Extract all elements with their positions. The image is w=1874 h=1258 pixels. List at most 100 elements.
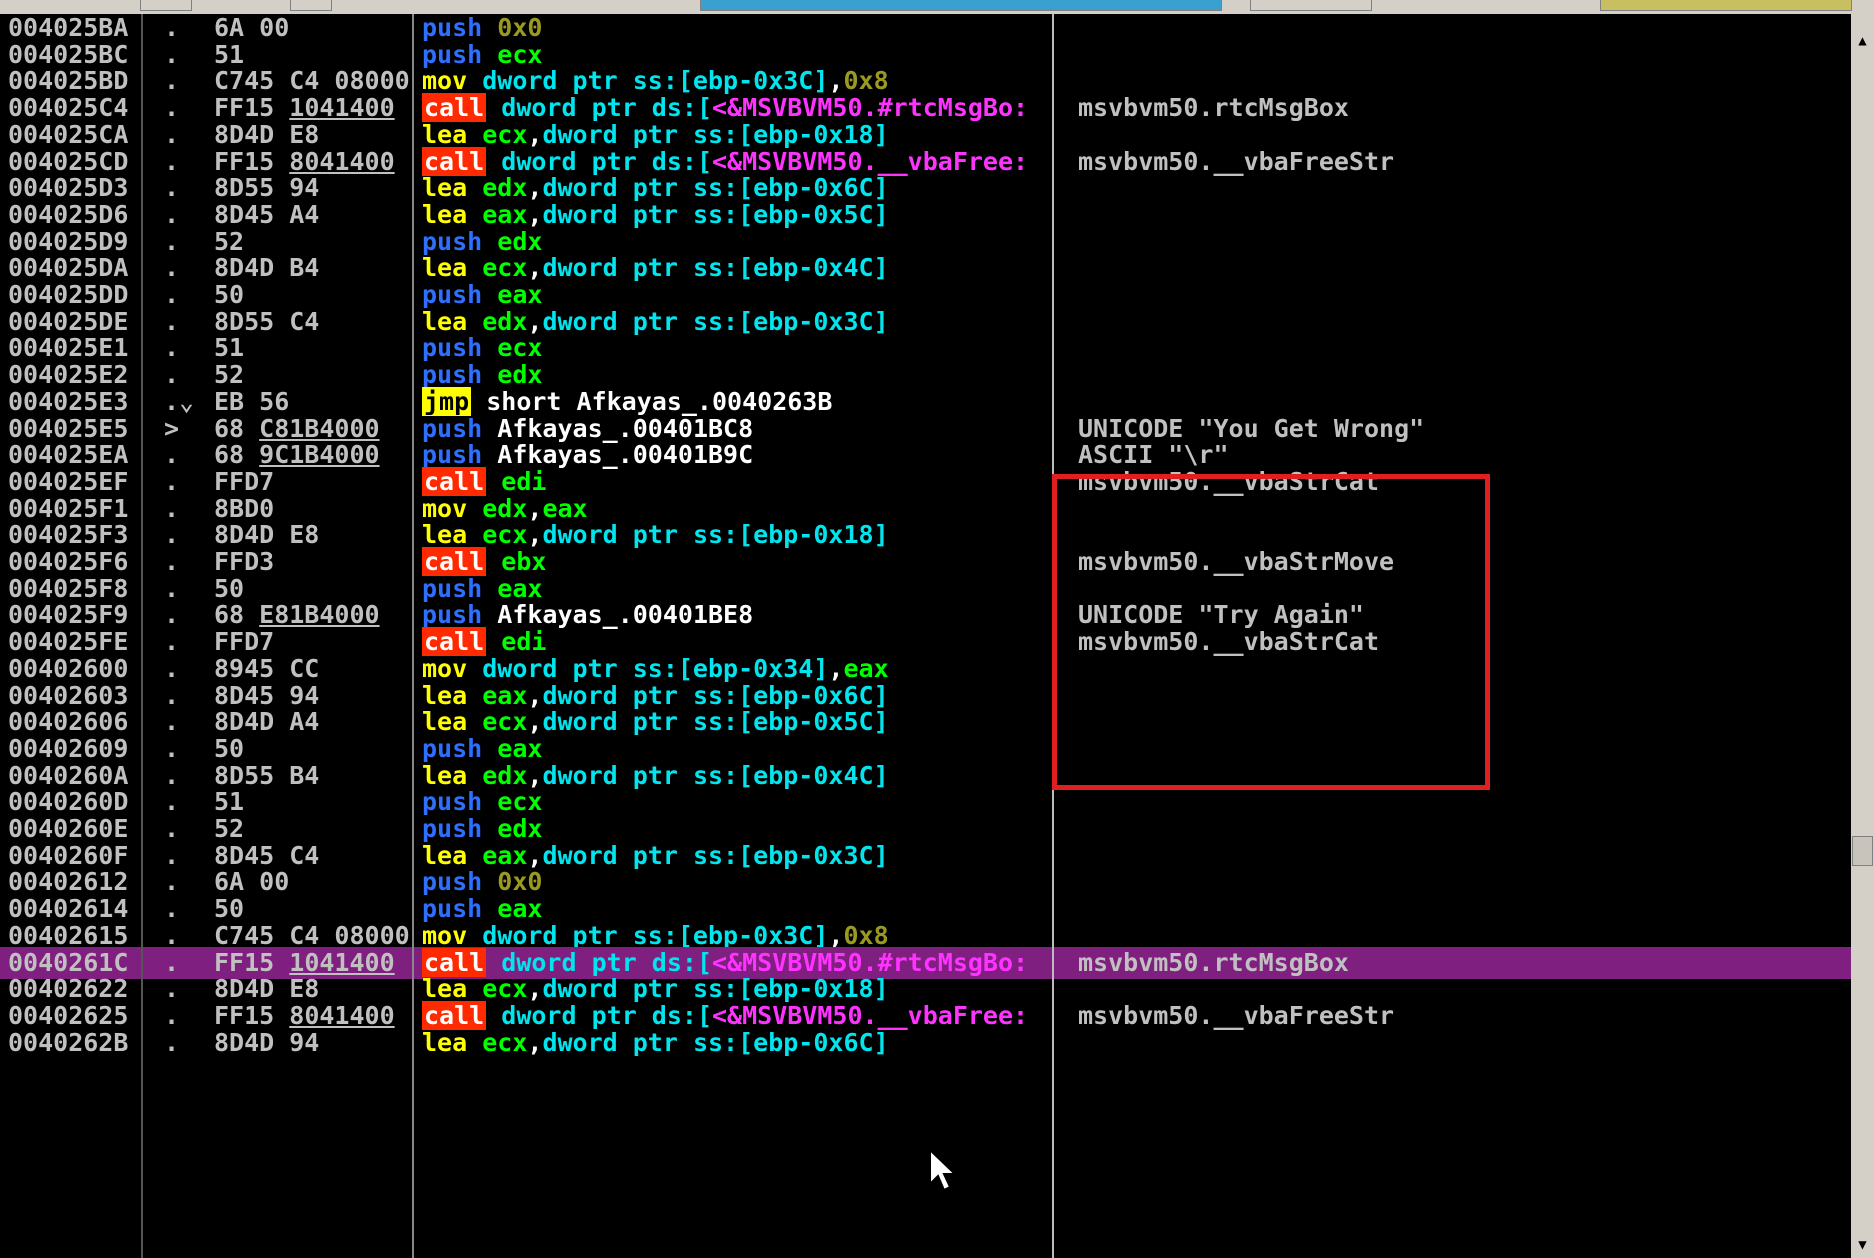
vertical-scrollbar[interactable]: ▲ ▼ — [1851, 14, 1874, 1258]
operand-token: ecx — [482, 974, 528, 1004]
hex-byte-segment: 9C1B4000 — [259, 440, 380, 470]
operand-token — [482, 280, 497, 309]
toolbar-button-group[interactable] — [1250, 0, 1372, 11]
operand-token: Afkayas_.00401BC8 — [497, 413, 754, 443]
mnemonic: call — [422, 947, 487, 977]
hex-byte-segment: 8D45 94 — [214, 680, 320, 710]
hex-byte-segment: 1041400 — [289, 93, 395, 123]
operand-token — [486, 627, 501, 656]
operand-token: edi — [501, 466, 547, 496]
hex-byte-segment: FFD7 — [214, 627, 275, 657]
hex-byte-segment: 8D4D A4 — [214, 707, 320, 737]
operand-token: dword ptr ss:[ebp-0x6C] — [542, 680, 889, 710]
operand-token: dword ptr ss:[ebp-0x5C] — [542, 199, 889, 229]
operand-token: , — [527, 119, 543, 149]
mnemonic: push — [422, 440, 483, 470]
operand-token: eax — [482, 840, 528, 870]
operand-token: dword ptr ss:[ebp-0x18] — [542, 520, 889, 550]
operand-token: dword ptr ds:[ — [501, 1000, 712, 1030]
hex-byte-segment: 8D4D E8 — [214, 520, 320, 550]
operand-token — [467, 494, 482, 523]
mnemonic: jmp — [422, 386, 472, 416]
toolbar-button[interactable] — [140, 0, 192, 11]
hex-byte-segment: 8BD0 — [214, 493, 275, 523]
operand-token — [482, 734, 497, 763]
mnemonic: push — [422, 13, 483, 42]
hex-byte-segment: 68 — [214, 413, 260, 443]
operand-token: <&MSVBVM50.__vbaFree: — [712, 146, 1029, 176]
operand-token — [482, 787, 497, 816]
scrollbar-thumb[interactable] — [1852, 836, 1873, 866]
hex-byte-segment: 50 — [214, 573, 245, 603]
hex-byte-segment: 51 — [214, 333, 245, 363]
operand-token: , — [527, 974, 543, 1004]
hex-byte-segment: 8041400 — [289, 1000, 395, 1030]
operand-token: edx — [497, 226, 543, 256]
column-divider-hex — [412, 14, 414, 1258]
operand-token: , — [828, 920, 844, 950]
hex-byte-segment: FF15 — [214, 1000, 290, 1030]
operand-token: <&MSVBVM50.#rtcMsgBo: — [712, 93, 1029, 123]
hex-byte-segment: E81B4000 — [259, 600, 380, 630]
operand-token — [482, 600, 497, 629]
operand-token: , — [527, 1027, 543, 1057]
operand-token: ecx — [497, 787, 543, 817]
operand-token: , — [527, 173, 543, 203]
toolbar-button-group[interactable] — [700, 0, 1222, 11]
operand-token: dword ptr ss:[ebp-0x18] — [542, 119, 889, 149]
hex-byte-segment: C81B4000 — [259, 413, 380, 443]
operand-token — [467, 654, 482, 683]
hex-byte-segment: 52 — [214, 360, 245, 390]
disassembly-row[interactable]: 0040262B. 8D4D 94 lea ecx,dword ptr ss:[eb… — [0, 1027, 1851, 1059]
mnemonic: lea — [422, 119, 468, 149]
operand-token — [467, 921, 482, 950]
operand-token — [467, 200, 482, 229]
operand-token: dword ptr ds:[ — [501, 146, 712, 176]
mnemonic: lea — [422, 173, 468, 203]
operand-token: ecx — [482, 253, 528, 283]
operand-token: edi — [501, 627, 547, 657]
mnemonic: lea — [422, 840, 468, 870]
operand-token: dword ptr ss:[ebp-0x6C] — [542, 173, 889, 203]
arrow-up-icon[interactable]: ▲ — [1851, 28, 1874, 54]
mnemonic: call — [422, 627, 487, 657]
hex-byte-segment: FFD3 — [214, 547, 275, 576]
row-comment — [1078, 1027, 1838, 1059]
operand-token: dword ptr ss:[ebp-0x6C] — [542, 1027, 889, 1057]
operand-token: , — [527, 760, 543, 790]
hex-byte-segment: 52 — [214, 814, 245, 843]
operand-token: eax — [482, 199, 528, 229]
operand-token — [482, 414, 497, 443]
hex-byte-segment: FF15 — [214, 947, 290, 977]
operand-token — [467, 520, 482, 549]
arrow-down-icon[interactable]: ▼ — [1851, 1232, 1874, 1258]
hex-byte-segment: 1041400 — [289, 947, 395, 977]
operand-token: edx — [497, 814, 543, 843]
mnemonic: push — [422, 280, 483, 309]
hex-byte-segment: 68 — [214, 440, 260, 470]
hex-byte-segment: 68 — [214, 600, 260, 630]
hex-byte-segment: 51 — [214, 787, 245, 817]
operand-token: , — [828, 653, 844, 683]
operand-token: , — [527, 199, 543, 229]
operand-token: dword ptr ss:[ebp-0x4C] — [542, 760, 889, 790]
operand-token: <&MSVBVM50.#rtcMsgBo: — [712, 947, 1029, 977]
hex-byte-segment: 51 — [214, 39, 245, 69]
hex-byte-segment: 8D45 C4 — [214, 840, 320, 870]
operand-token — [482, 333, 497, 362]
operand-token: ecx — [497, 39, 543, 69]
operand-token: , — [527, 680, 543, 710]
toolbar-button[interactable] — [290, 0, 332, 11]
disassembly-pane[interactable]: 004025BA. 6A 00 push 0x0 004025BC. 51 push ec… — [0, 13, 1851, 1258]
row-jump-marker: . — [164, 1027, 180, 1057]
mnemonic: push — [422, 573, 483, 603]
operand-token: ecx — [497, 333, 543, 363]
operand-token — [482, 360, 497, 389]
mnemonic: push — [422, 360, 483, 390]
operand-token: eax — [542, 493, 588, 523]
hex-byte-segment: 8D55 C4 — [214, 306, 320, 336]
mnemonic: push — [422, 226, 483, 256]
toolbar-button-group[interactable] — [1600, 0, 1852, 11]
hex-byte-segment: 8D55 B4 — [214, 760, 320, 790]
mouse-pointer-icon — [929, 1148, 958, 1192]
